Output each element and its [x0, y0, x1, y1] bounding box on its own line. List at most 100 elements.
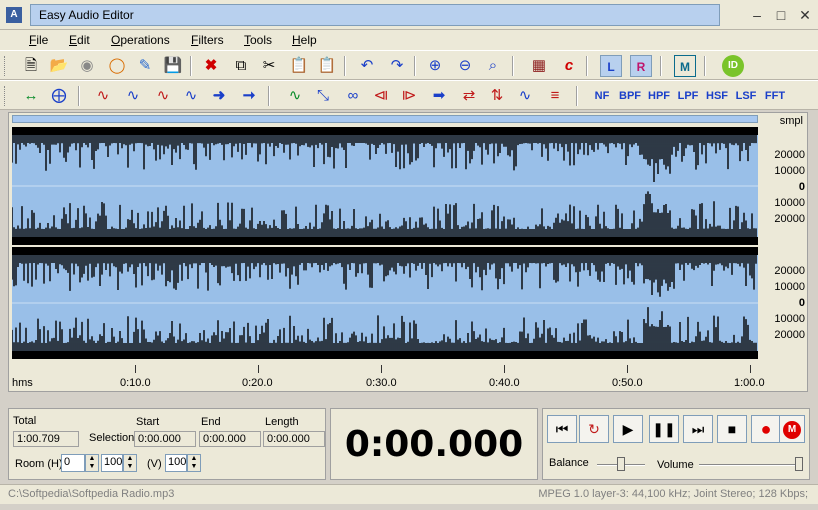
transport-panel: ⏮ ↻ ▶ ❚❚ ⏭ ■ ● M Balance Volume [542, 408, 810, 480]
end-label: End [201, 416, 221, 428]
volume-slider-thumb[interactable] [795, 457, 803, 471]
cut-icon[interactable]: ✂ [258, 55, 280, 77]
room-h-input[interactable]: 0 [61, 454, 85, 472]
right-channel-button[interactable]: R [630, 55, 652, 77]
play-button[interactable]: ▶ [613, 415, 643, 443]
select-all-icon[interactable]: ↔ [20, 85, 42, 107]
toolbar-grip[interactable] [4, 86, 7, 106]
delete-icon[interactable]: ✖ [200, 55, 222, 77]
toolbar-grip[interactable] [4, 56, 7, 76]
fade-in-icon[interactable]: ∿ [152, 85, 174, 107]
menu-operations[interactable]: Operations [111, 33, 170, 47]
menu-edit[interactable]: Edit [69, 33, 90, 47]
paste-icon[interactable]: 📋 [288, 55, 310, 77]
normalize-icon[interactable]: ∿ [122, 85, 144, 107]
redo-icon[interactable]: ↷ [386, 55, 408, 77]
edit-properties-icon[interactable]: ✎ [134, 55, 156, 77]
minimize-button[interactable]: – [746, 6, 768, 26]
right-waveform-graphic [12, 255, 758, 351]
scale-label: 10000 [774, 197, 805, 209]
cd-icon[interactable]: ◉ [76, 55, 98, 77]
room-h2-input[interactable]: 100 [101, 454, 123, 472]
pitch-icon[interactable]: ∿ [514, 85, 536, 107]
id3-tag-icon[interactable]: ID [722, 55, 744, 77]
selection-start-value[interactable]: 0:00.000 [134, 431, 196, 447]
fade-out-icon[interactable]: ∿ [180, 85, 202, 107]
noise-icon[interactable]: ∿ [284, 85, 306, 107]
selection-end-value[interactable]: 0:00.000 [199, 431, 261, 447]
overview-bar[interactable] [12, 115, 758, 123]
new-file-icon[interactable]: 🗎 [20, 55, 42, 77]
zoom-out-icon[interactable]: ⊖ [454, 55, 476, 77]
open-folder-icon[interactable]: 📂 [48, 55, 70, 77]
record-mic-button[interactable]: M [779, 415, 805, 443]
skip-to-end-button[interactable]: ⏭ [683, 415, 713, 443]
fft-button[interactable]: FFT [761, 85, 789, 107]
start-label: Start [136, 416, 160, 428]
room-v-input[interactable]: 100 [165, 454, 187, 472]
menu-help[interactable]: Help [292, 33, 317, 47]
room-h2-spinner[interactable]: ▲ ▼ [123, 454, 137, 472]
timeline-ruler[interactable]: hms 0:10.0 0:20.0 0:30.0 0:40.0 0:50.0 1… [12, 363, 765, 389]
equalizer-icon[interactable]: ⇅ [486, 85, 508, 107]
chorus-icon[interactable]: ∞ [342, 85, 364, 107]
filter-hsf-button[interactable]: HSF [703, 85, 731, 107]
close-button[interactable]: ✕ [794, 6, 816, 26]
record-file-icon[interactable]: ◯ [106, 55, 128, 77]
left-channel-button[interactable]: L [600, 55, 622, 77]
tempo-icon[interactable]: ≡ [544, 85, 566, 107]
room-v-spinner[interactable]: ▲ ▼ [187, 454, 201, 472]
maximize-button[interactable]: □ [770, 6, 792, 26]
pause-button[interactable]: ❚❚ [649, 415, 679, 443]
tick-mark [750, 365, 751, 373]
play-loop-button[interactable]: ↻ [579, 415, 609, 443]
selection-label: Selection [89, 432, 135, 444]
convert-icon[interactable]: c [558, 55, 580, 77]
filter-hpf-button[interactable]: HPF [645, 85, 673, 107]
menu-tools[interactable]: Tools [244, 33, 272, 47]
zoom-in-icon[interactable]: ⊕ [424, 55, 446, 77]
toolbar-separator [704, 56, 706, 76]
toolbar-separator [660, 56, 662, 76]
wave-properties-icon[interactable]: ▦ [528, 55, 550, 77]
save-icon[interactable]: 💾 [162, 55, 184, 77]
double-arrow-right-icon[interactable]: ➞ [238, 85, 260, 107]
filter-lpf-button[interactable]: LPF [674, 85, 702, 107]
toolbar-separator [586, 56, 588, 76]
menu-filters[interactable]: Filters [191, 33, 224, 47]
vibrato-icon[interactable]: ➡ [428, 85, 450, 107]
zoom-selection-icon[interactable]: ⌕ [482, 55, 504, 77]
arrow-right-icon[interactable]: ➜ [208, 85, 230, 107]
expand-icon[interactable]: ⤡ [312, 85, 334, 107]
insert-marker-icon[interactable]: ⨁ [48, 85, 70, 107]
record-button[interactable]: ● [751, 415, 781, 443]
filter-nf-button[interactable]: NF [588, 85, 616, 107]
volume-slider-track[interactable] [699, 464, 801, 466]
skip-to-start-button[interactable]: ⏮ [547, 415, 577, 443]
scale-label: 10000 [774, 165, 805, 177]
tick-mark [381, 365, 382, 373]
right-channel-waveform[interactable] [12, 247, 758, 359]
filter-bpf-button[interactable]: BPF [616, 85, 644, 107]
undo-icon[interactable]: ↶ [356, 55, 378, 77]
format-status: MPEG 1.0 layer-3: 44,100 kHz; Joint Ster… [538, 488, 808, 500]
selection-length-value[interactable]: 0:00.000 [263, 431, 325, 447]
scale-label: 20000 [774, 213, 805, 225]
waveform-view[interactable]: smpl 20000 10000 0 10000 20000 20000 100… [8, 112, 808, 392]
reverb-icon[interactable]: ⧐ [398, 85, 420, 107]
effects-toolbar: ↔ ⨁ ∿ ∿ ∿ ∿ ➜ ➞ ∿ ⤡ ∞ ⧏ ⧐ ➡ ⇄ ⇅ ∿ ≡ NF B… [0, 80, 818, 110]
paste-mix-icon[interactable]: 📋 [316, 55, 338, 77]
scale-label: 10000 [774, 281, 805, 293]
left-channel-waveform[interactable] [12, 127, 758, 245]
copy-icon[interactable]: ⧉ [230, 55, 252, 77]
mono-icon[interactable]: M [674, 55, 696, 77]
room-h-spinner[interactable]: ▲ ▼ [85, 454, 99, 472]
reverse-icon[interactable]: ⇄ [458, 85, 480, 107]
menu-file[interactable]: File [29, 33, 48, 47]
amplify-icon[interactable]: ∿ [92, 85, 114, 107]
balance-slider-thumb[interactable] [617, 457, 625, 471]
filter-lsf-button[interactable]: LSF [732, 85, 760, 107]
tick-label: 0:40.0 [489, 377, 520, 389]
echo-icon[interactable]: ⧏ [370, 85, 392, 107]
stop-button[interactable]: ■ [717, 415, 747, 443]
